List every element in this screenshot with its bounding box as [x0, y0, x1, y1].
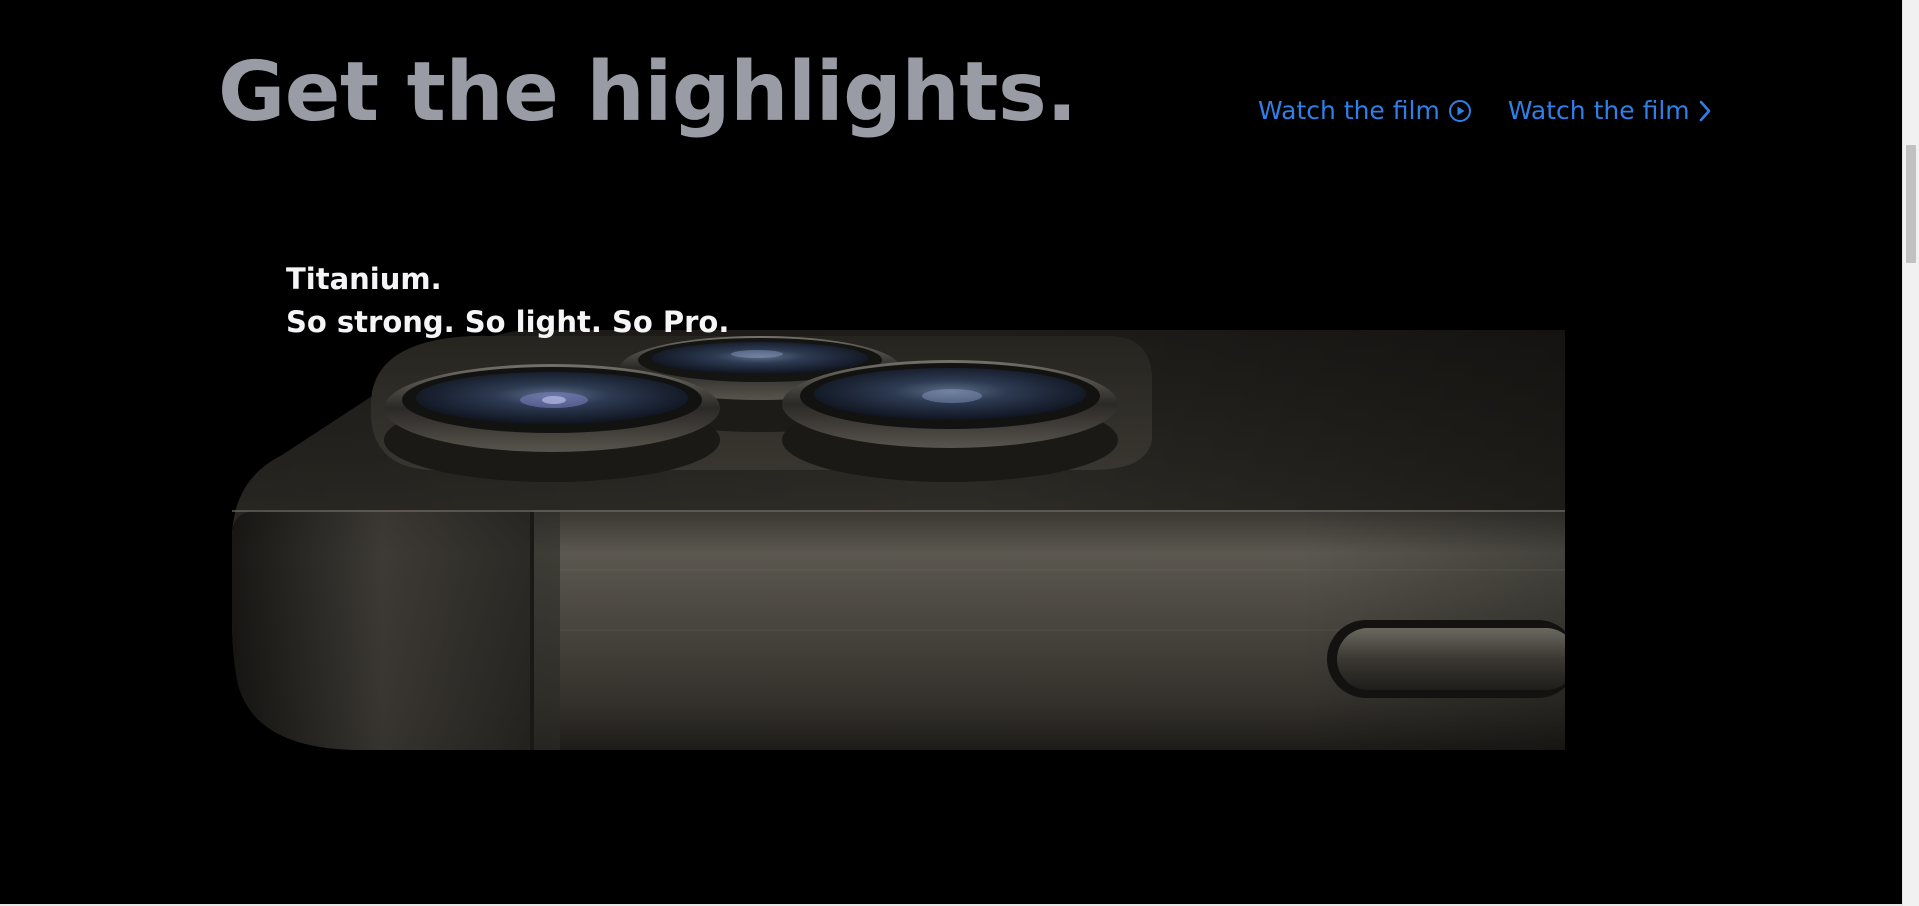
chevron-right-icon [1698, 99, 1712, 123]
titanium-phone-image [232, 330, 1565, 750]
camera-lens [384, 364, 720, 482]
highlights-section: Get the highlights. Watch the film Watch… [0, 0, 1919, 906]
play-circle-icon [1448, 99, 1472, 123]
vertical-scrollbar[interactable] [1902, 0, 1919, 906]
slide-caption: Titanium. So strong. So light. So Pro. [286, 258, 729, 344]
section-headline: Get the highlights. [218, 45, 1077, 140]
slide-title: Titanium. [286, 262, 442, 296]
watch-film-label: Watch the film [1507, 96, 1690, 125]
watch-film-label: Watch the film [1258, 96, 1440, 125]
watch-film-play-link[interactable]: Watch the film [1258, 96, 1472, 125]
film-links: Watch the film Watch the film [1258, 96, 1712, 125]
camera-lens [782, 360, 1118, 482]
slide-subtitle: So strong. So light. So Pro. [286, 305, 730, 339]
watch-film-link[interactable]: Watch the film [1508, 96, 1712, 125]
scrollbar-thumb[interactable] [1906, 145, 1916, 263]
